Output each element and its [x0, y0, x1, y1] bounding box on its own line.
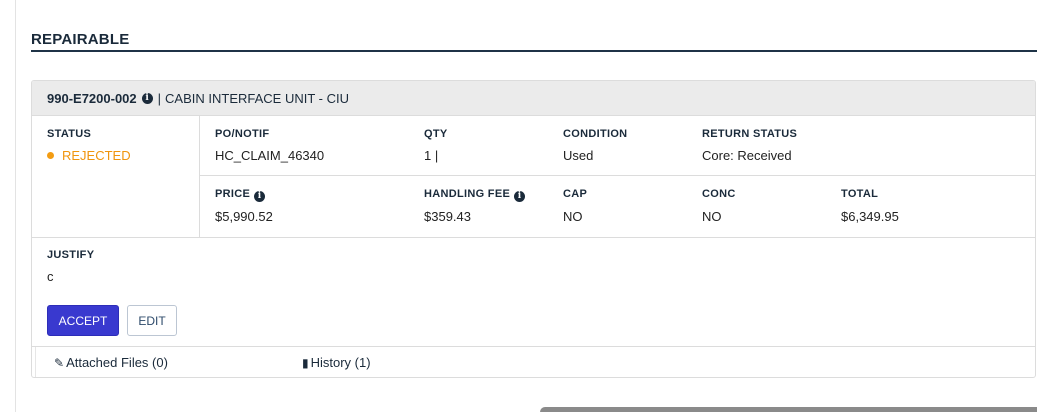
price-value: $5,990.52 — [215, 209, 273, 224]
page-left-border — [15, 0, 16, 412]
accept-button[interactable]: ACCEPT — [47, 305, 119, 336]
part-description: CABIN INTERFACE UNIT - CIU — [165, 90, 349, 106]
card-footer-tabs: ✎ Attached Files (0) ▮ History (1) — [32, 346, 1035, 377]
justify-label: JUSTIFY — [47, 249, 95, 261]
return-status-label: RETURN STATUS — [702, 128, 798, 140]
price-label-text: PRICE — [215, 188, 251, 200]
section-title: REPAIRABLE — [31, 31, 130, 48]
handling-fee-label: HANDLING FEE i — [424, 188, 530, 202]
tab-history[interactable]: ▮ History (1) — [302, 355, 371, 370]
part-number: 990-E7200-002 — [47, 90, 137, 106]
condition-value: Used — [563, 148, 594, 163]
total-value: $6,349.95 — [841, 209, 899, 224]
status-dot-icon — [47, 152, 54, 159]
price-label: PRICE i — [215, 188, 270, 202]
repairable-card: 990-E7200-002 i | CABIN INTERFACE UNIT -… — [31, 80, 1036, 378]
qty-value: 1 | — [424, 148, 439, 163]
price-info-icon[interactable]: i — [254, 191, 266, 202]
edit-button[interactable]: EDIT — [127, 305, 177, 336]
history-label: History (1) — [310, 355, 371, 370]
handling-fee-info-icon[interactable]: i — [514, 191, 526, 202]
cap-value: NO — [563, 209, 583, 224]
status-label: STATUS — [47, 128, 92, 140]
header-separator: | — [157, 90, 162, 106]
handling-fee-label-text: HANDLING FEE — [424, 188, 511, 200]
attached-files-label: Attached Files (0) — [66, 355, 168, 370]
return-status-value: Core: Received — [702, 148, 792, 163]
condition-label: CONDITION — [563, 128, 628, 140]
status-value: REJECTED — [62, 148, 131, 163]
paperclip-icon: ✎ — [54, 356, 65, 370]
po-notif-label: PO/NOTIF — [215, 128, 270, 140]
bottom-scroll-bar[interactable] — [540, 407, 1037, 412]
conc-label: CONC — [702, 188, 736, 200]
conc-value: NO — [702, 209, 722, 224]
card-header: 990-E7200-002 i | CABIN INTERFACE UNIT -… — [32, 81, 1035, 116]
details-grid: STATUS REJECTED PO/NOTIF HC_CLAIM_46340 … — [32, 116, 1035, 238]
status-column: STATUS REJECTED — [32, 116, 200, 237]
total-label: TOTAL — [841, 188, 879, 200]
qty-label: QTY — [424, 128, 448, 140]
footer-tab-strip: ✎ Attached Files (0) ▮ History (1) — [35, 347, 1035, 377]
po-notif-value: HC_CLAIM_46340 — [215, 148, 325, 163]
book-icon: ▮ — [302, 356, 309, 370]
tab-attached-files[interactable]: ✎ Attached Files (0) — [54, 355, 168, 370]
info-icon[interactable]: i — [141, 92, 153, 104]
handling-fee-value: $359.43 — [424, 209, 471, 224]
row-divider — [200, 175, 1035, 176]
cap-label: CAP — [563, 188, 588, 200]
section-divider — [31, 50, 1037, 52]
justify-value: c — [47, 269, 54, 284]
